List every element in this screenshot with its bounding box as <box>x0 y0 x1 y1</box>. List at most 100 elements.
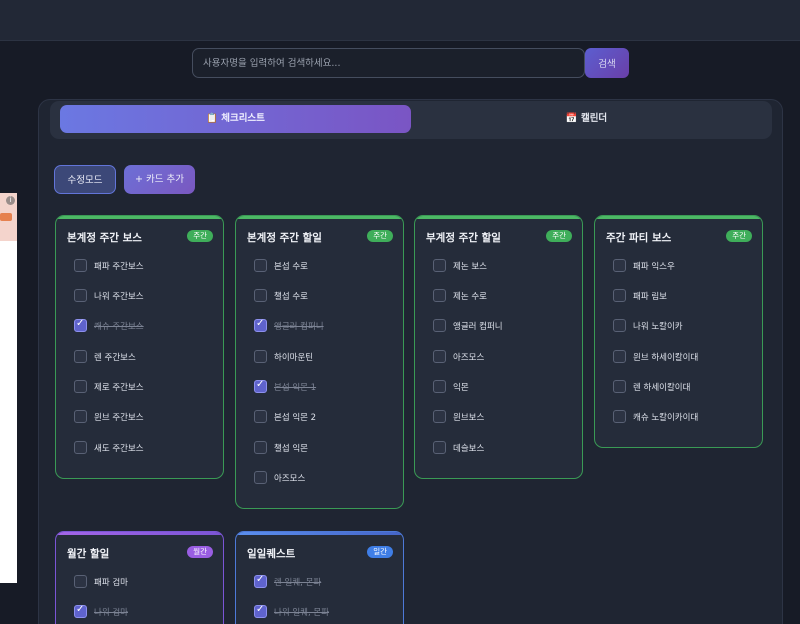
checkbox[interactable] <box>613 350 626 363</box>
checkbox[interactable] <box>254 350 267 363</box>
checkbox[interactable] <box>74 380 87 393</box>
checkbox[interactable] <box>74 575 87 588</box>
item-label: 챌섭 익몬 <box>274 444 308 454</box>
card-title: 월간 할일 <box>67 548 110 560</box>
card-accent-line <box>56 216 223 219</box>
checkbox[interactable] <box>74 604 87 618</box>
card-daily-quests: 일일퀘스트 일간 렌 일퀘, 몬파 나워 일퀘, 몬파 <box>235 531 404 624</box>
card-accent-line <box>236 532 403 535</box>
item-label: 앵글러 컴퍼니 <box>274 322 324 332</box>
item-label: 새도 주간보스 <box>94 444 144 454</box>
checkbox[interactable] <box>613 319 626 332</box>
item-label: 익몬 <box>453 383 469 393</box>
checkbox[interactable] <box>254 410 267 423</box>
tab-calendar[interactable]: 📅 캘린더 <box>411 105 762 133</box>
item-label: 패파 검마 <box>94 578 128 588</box>
checkbox[interactable] <box>433 319 446 332</box>
item-label: 하이마운틴 <box>274 353 314 363</box>
card-accent-line <box>415 216 582 219</box>
item-label: 나워 일퀘, 몬파 <box>274 608 330 618</box>
checkbox[interactable] <box>433 380 446 393</box>
item-label: 렌 일퀘, 몬파 <box>274 578 322 588</box>
card-title: 본계정 주간 할일 <box>247 232 322 244</box>
card-badge: 주간 <box>726 230 752 242</box>
checkbox[interactable] <box>254 289 267 302</box>
item-label: 윈브보스 <box>453 413 485 423</box>
ad-banner[interactable]: i <box>0 193 17 241</box>
item-label: 캐슈 노칼이카이대 <box>633 413 699 423</box>
side-ad-panel[interactable]: i <box>0 193 17 583</box>
checkbox[interactable] <box>74 259 87 272</box>
card-accent-line <box>236 216 403 219</box>
item-label: 나워 노칼이카 <box>633 322 683 332</box>
tab-bar: 📋 체크리스트 📅 캘린더 <box>50 101 772 139</box>
item-label: 데슬보스 <box>453 444 485 454</box>
card-badge: 월간 <box>187 546 213 558</box>
card-badge: 주간 <box>187 230 213 242</box>
checkbox[interactable] <box>74 350 87 363</box>
item-label: 제논 수로 <box>453 292 487 302</box>
checkbox[interactable] <box>74 318 87 332</box>
card-badge: 주간 <box>546 230 572 242</box>
item-label: 캐슈 주간보스 <box>94 322 144 332</box>
checkbox[interactable] <box>613 259 626 272</box>
card-title: 일일퀘스트 <box>247 548 296 560</box>
item-label: 앵글러 컴퍼니 <box>453 322 503 332</box>
checkbox[interactable] <box>433 410 446 423</box>
checkbox[interactable] <box>254 574 267 588</box>
tab-checklist[interactable]: 📋 체크리스트 <box>60 105 411 133</box>
checkbox[interactable] <box>254 604 267 618</box>
checkbox[interactable] <box>433 259 446 272</box>
checkbox[interactable] <box>74 441 87 454</box>
checkbox[interactable] <box>433 441 446 454</box>
top-bar <box>0 0 800 41</box>
checkbox[interactable] <box>433 350 446 363</box>
card-sub-weekly-tasks: 부계정 주간 할일 주간 제논 보스 제논 수로 앵글러 컴퍼니 아즈모스 익몬… <box>414 215 583 479</box>
item-label: 나워 주간보스 <box>94 292 144 302</box>
item-label: 본섭 수로 <box>274 262 308 272</box>
item-label: 렌 하세이칼이대 <box>633 383 691 393</box>
search-input[interactable] <box>192 48 585 78</box>
edit-mode-button[interactable]: 수정모드 <box>54 165 116 194</box>
checkbox[interactable] <box>613 380 626 393</box>
search-button[interactable]: 검색 <box>585 48 629 78</box>
checkbox[interactable] <box>433 289 446 302</box>
item-label: 챌섭 수로 <box>274 292 308 302</box>
checkbox[interactable] <box>254 471 267 484</box>
checkbox[interactable] <box>254 379 267 393</box>
item-label: 본섭 익몬 1 <box>274 383 317 393</box>
item-label: 윈브 하세이칼이대 <box>633 353 699 363</box>
item-label: 본섭 익몬 2 <box>274 413 317 423</box>
card-title: 본계정 주간 보스 <box>67 232 142 244</box>
item-label: 제논 보스 <box>453 262 487 272</box>
item-label: 윈브 주간보스 <box>94 413 144 423</box>
checkbox[interactable] <box>254 441 267 454</box>
checkbox[interactable] <box>254 259 267 272</box>
card-title: 주간 파티 보스 <box>606 232 672 244</box>
main-panel: 📋 체크리스트 📅 캘린더 수정모드 + 카드 추가 본계정 주간 보스 주간 … <box>38 99 783 624</box>
checkbox[interactable] <box>613 289 626 302</box>
item-label: 패파 주간보스 <box>94 262 144 272</box>
card-badge: 주간 <box>367 230 393 242</box>
checkbox[interactable] <box>613 410 626 423</box>
card-monthly-tasks: 월간 할일 월간 패파 검마 나워 검마 <box>55 531 224 624</box>
item-label: 렌 주간보스 <box>94 353 136 363</box>
item-label: 패파 익스우 <box>633 262 675 272</box>
card-badge: 일간 <box>367 546 393 558</box>
item-label: 아즈모스 <box>453 353 485 363</box>
item-label: 제로 주간보스 <box>94 383 144 393</box>
card-title: 부계정 주간 할일 <box>426 232 501 244</box>
ad-info-icon[interactable]: i <box>6 196 15 205</box>
add-card-button[interactable]: + 카드 추가 <box>124 165 195 194</box>
checkbox[interactable] <box>74 289 87 302</box>
item-label: 나워 검마 <box>94 608 128 618</box>
card-weekly-party-boss: 주간 파티 보스 주간 패파 익스우 패파 림보 나워 노칼이카 윈브 하세이칼… <box>594 215 763 448</box>
card-accent-line <box>56 532 223 535</box>
item-label: 패파 림보 <box>633 292 667 302</box>
item-label: 아즈모스 <box>274 474 306 484</box>
checkbox[interactable] <box>254 318 267 332</box>
card-main-weekly-boss: 본계정 주간 보스 주간 패파 주간보스 나워 주간보스 캐슈 주간보스 렌 주… <box>55 215 224 479</box>
ad-banner-bar <box>0 213 12 221</box>
checkbox[interactable] <box>74 410 87 423</box>
card-accent-line <box>595 216 762 219</box>
